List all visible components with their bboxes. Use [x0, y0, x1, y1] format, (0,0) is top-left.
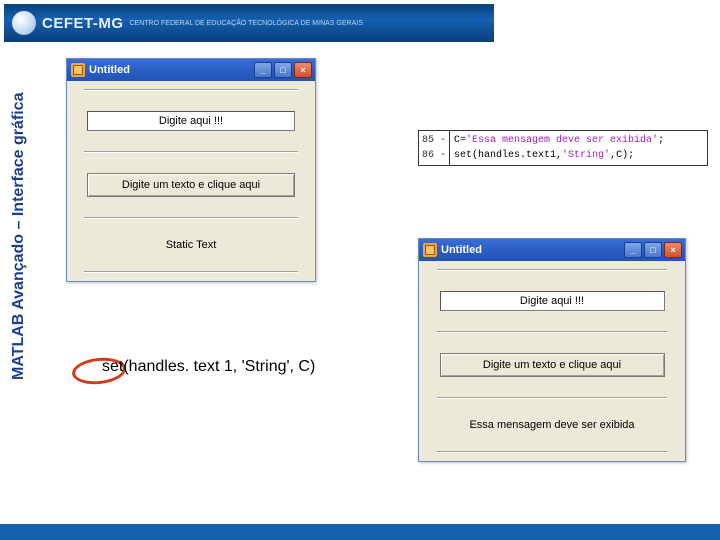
divider [437, 331, 667, 333]
org-acronym: CEFET-MG [42, 15, 124, 32]
divider [84, 151, 297, 153]
titlebar[interactable]: Untitled _ □ × [67, 59, 315, 81]
line-number-gutter: 85 - 86 - [419, 131, 450, 165]
static-text-label: Static Text [87, 239, 296, 251]
footer-bar [0, 524, 720, 540]
close-button[interactable]: × [664, 242, 682, 258]
code-snippet: 85 - 86 - C='Essa mensagem deve ser exib… [418, 130, 708, 166]
maximize-button[interactable]: □ [274, 62, 292, 78]
window-title: Untitled [441, 244, 624, 256]
institution-banner: CEFET-MG CENTRO FEDERAL DE EDUCAÇÃO TECN… [4, 4, 494, 42]
code-callout-text: set(handles. text 1, 'String', C) [102, 358, 315, 376]
org-full-name: CENTRO FEDERAL DE EDUCAÇÃO TECNOLÓGICA D… [130, 20, 363, 27]
push-button[interactable]: Digite um texto e clique aqui [440, 353, 665, 377]
window-title: Untitled [89, 64, 254, 76]
divider [437, 451, 667, 453]
divider [84, 89, 297, 91]
push-button[interactable]: Digite um texto e clique aqui [87, 173, 296, 197]
gui-window-before: Untitled _ □ × Digite aqui !!! Digite um… [66, 58, 316, 282]
gui-window-after: Untitled _ □ × Digite aqui !!! Digite um… [418, 238, 686, 462]
edit-text-input[interactable]: Digite aqui !!! [87, 111, 296, 131]
divider [437, 397, 667, 399]
code-content: C='Essa mensagem deve ser exibida'; set(… [450, 131, 668, 165]
edit-text-input[interactable]: Digite aqui !!! [440, 291, 665, 311]
divider [84, 271, 297, 273]
globe-icon [12, 11, 36, 35]
titlebar[interactable]: Untitled _ □ × [419, 239, 685, 261]
matlab-icon [423, 243, 437, 257]
minimize-button[interactable]: _ [624, 242, 642, 258]
maximize-button[interactable]: □ [644, 242, 662, 258]
static-text-label: Essa mensagem deve ser exibida [440, 419, 665, 431]
divider [84, 217, 297, 219]
matlab-icon [71, 63, 85, 77]
minimize-button[interactable]: _ [254, 62, 272, 78]
divider [437, 269, 667, 271]
slide-side-caption: MATLAB Avançado – Interface gráfica [10, 93, 28, 380]
close-button[interactable]: × [294, 62, 312, 78]
